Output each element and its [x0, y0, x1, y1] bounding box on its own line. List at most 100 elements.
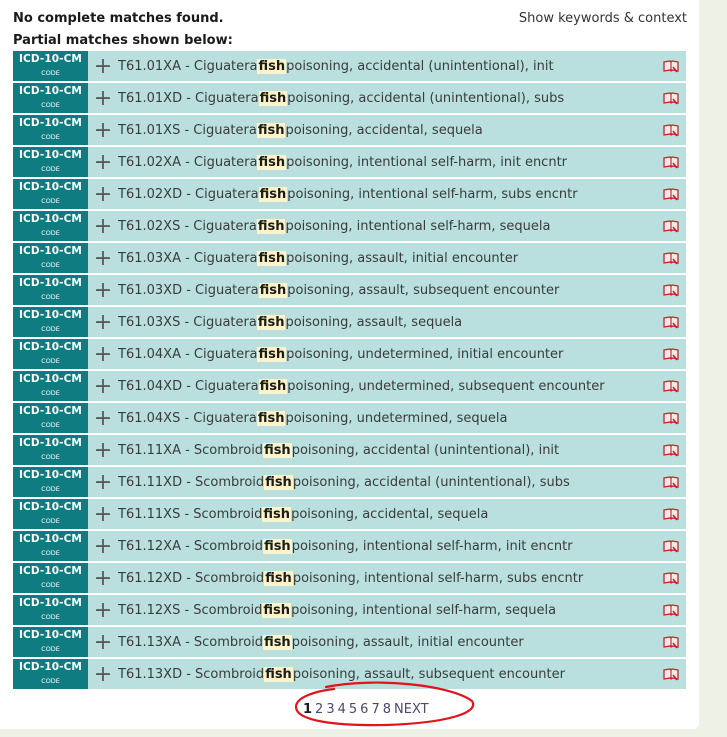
- result-text[interactable]: T61.12XD - Scombroid fish poisoning, int…: [118, 563, 656, 593]
- expand-plus-icon[interactable]: +: [88, 179, 118, 209]
- page-link[interactable]: 2: [315, 702, 323, 717]
- expand-plus-icon[interactable]: +: [88, 211, 118, 241]
- result-row[interactable]: ICD-10-CM CODE + T61.12XD - Scombroid fi…: [13, 563, 686, 593]
- result-text[interactable]: T61.11XS - Scombroid fish poisoning, acc…: [118, 499, 656, 529]
- keyword-highlight: fish: [256, 122, 286, 138]
- book-icon[interactable]: [656, 531, 686, 561]
- expand-plus-icon[interactable]: +: [88, 147, 118, 177]
- keyword-highlight: fish: [258, 378, 288, 394]
- book-icon[interactable]: [656, 659, 686, 689]
- expand-plus-icon[interactable]: +: [88, 563, 118, 593]
- result-row[interactable]: ICD-10-CM CODE + T61.01XS - Ciguatera fi…: [13, 115, 686, 145]
- expand-plus-icon[interactable]: +: [88, 83, 118, 113]
- book-icon[interactable]: [656, 627, 686, 657]
- expand-plus-icon[interactable]: +: [88, 275, 118, 305]
- expand-plus-icon[interactable]: +: [88, 403, 118, 433]
- result-text[interactable]: T61.01XA - Ciguatera fish poisoning, acc…: [118, 51, 656, 81]
- result-row[interactable]: ICD-10-CM CODE + T61.13XD - Scombroid fi…: [13, 659, 686, 689]
- pagination: 1 2 3 4 5 6 7 8 NEXT: [303, 702, 429, 717]
- page-link[interactable]: 8: [383, 702, 391, 717]
- result-text[interactable]: T61.12XA - Scombroid fish poisoning, int…: [118, 531, 656, 561]
- expand-plus-icon[interactable]: +: [88, 659, 118, 689]
- keyword-highlight: fish: [258, 186, 288, 202]
- book-icon[interactable]: [656, 51, 686, 81]
- book-icon[interactable]: [656, 499, 686, 529]
- result-row[interactable]: ICD-10-CM CODE + T61.01XD - Ciguatera fi…: [13, 83, 686, 113]
- expand-plus-icon[interactable]: +: [88, 499, 118, 529]
- result-row[interactable]: ICD-10-CM CODE + T61.04XD - Ciguatera fi…: [13, 371, 686, 401]
- book-icon[interactable]: [656, 275, 686, 305]
- page-link[interactable]: 4: [338, 702, 346, 717]
- badge-label: ICD-10-CM: [19, 245, 82, 257]
- show-keywords-link[interactable]: Show keywords & context: [519, 11, 687, 26]
- next-page-link[interactable]: NEXT: [394, 702, 429, 717]
- result-row[interactable]: ICD-10-CM CODE + T61.02XA - Ciguatera fi…: [13, 147, 686, 177]
- result-row[interactable]: ICD-10-CM CODE + T61.04XS - Ciguatera fi…: [13, 403, 686, 433]
- page-link[interactable]: 3: [326, 702, 334, 717]
- result-row[interactable]: ICD-10-CM CODE + T61.04XA - Ciguatera fi…: [13, 339, 686, 369]
- page-link[interactable]: 6: [360, 702, 368, 717]
- badge-sublabel: CODE: [41, 165, 60, 173]
- book-icon[interactable]: [656, 339, 686, 369]
- result-text[interactable]: T61.02XS - Ciguatera fish poisoning, int…: [118, 211, 656, 241]
- book-icon[interactable]: [656, 371, 686, 401]
- book-icon[interactable]: [656, 595, 686, 625]
- book-icon[interactable]: [656, 115, 686, 145]
- result-row[interactable]: ICD-10-CM CODE + T61.03XA - Ciguatera fi…: [13, 243, 686, 273]
- expand-plus-icon[interactable]: +: [88, 307, 118, 337]
- expand-plus-icon[interactable]: +: [88, 595, 118, 625]
- result-text[interactable]: T61.01XD - Ciguatera fish poisoning, acc…: [118, 83, 656, 113]
- result-row[interactable]: ICD-10-CM CODE + T61.13XA - Scombroid fi…: [13, 627, 686, 657]
- result-text[interactable]: T61.01XS - Ciguatera fish poisoning, acc…: [118, 115, 656, 145]
- expand-plus-icon[interactable]: +: [88, 467, 118, 497]
- result-text[interactable]: T61.03XA - Ciguatera fish poisoning, ass…: [118, 243, 656, 273]
- result-text[interactable]: T61.13XD - Scombroid fish poisoning, ass…: [118, 659, 656, 689]
- expand-plus-icon[interactable]: +: [88, 371, 118, 401]
- result-row[interactable]: ICD-10-CM CODE + T61.12XS - Scombroid fi…: [13, 595, 686, 625]
- result-code-desc: T61.03XD - Ciguatera: [118, 282, 259, 298]
- result-text[interactable]: T61.03XS - Ciguatera fish poisoning, ass…: [118, 307, 656, 337]
- book-icon[interactable]: [656, 435, 686, 465]
- result-row[interactable]: ICD-10-CM CODE + T61.03XS - Ciguatera fi…: [13, 307, 686, 337]
- book-icon[interactable]: [656, 211, 686, 241]
- result-row[interactable]: ICD-10-CM CODE + T61.01XA - Ciguatera fi…: [13, 51, 686, 81]
- result-text[interactable]: T61.13XA - Scombroid fish poisoning, ass…: [118, 627, 656, 657]
- result-desc-rest: poisoning, undetermined, initial encount…: [286, 346, 564, 362]
- expand-plus-icon[interactable]: +: [88, 243, 118, 273]
- result-row[interactable]: ICD-10-CM CODE + T61.11XA - Scombroid fi…: [13, 435, 686, 465]
- result-row[interactable]: ICD-10-CM CODE + T61.03XD - Ciguatera fi…: [13, 275, 686, 305]
- expand-plus-icon[interactable]: +: [88, 51, 118, 81]
- result-text[interactable]: T61.02XD - Ciguatera fish poisoning, int…: [118, 179, 656, 209]
- book-icon[interactable]: [656, 83, 686, 113]
- book-icon[interactable]: [656, 147, 686, 177]
- result-row[interactable]: ICD-10-CM CODE + T61.11XD - Scombroid fi…: [13, 467, 686, 497]
- result-text[interactable]: T61.11XA - Scombroid fish poisoning, acc…: [118, 435, 656, 465]
- book-icon[interactable]: [656, 563, 686, 593]
- result-text[interactable]: T61.02XA - Ciguatera fish poisoning, int…: [118, 147, 656, 177]
- result-text[interactable]: T61.04XD - Ciguatera fish poisoning, und…: [118, 371, 656, 401]
- page-link[interactable]: 7: [371, 702, 379, 717]
- result-text[interactable]: T61.11XD - Scombroid fish poisoning, acc…: [118, 467, 656, 497]
- result-text[interactable]: T61.04XS - Ciguatera fish poisoning, und…: [118, 403, 656, 433]
- page-current[interactable]: 1: [303, 702, 312, 717]
- result-text[interactable]: T61.03XD - Ciguatera fish poisoning, ass…: [118, 275, 656, 305]
- result-row[interactable]: ICD-10-CM CODE + T61.02XS - Ciguatera fi…: [13, 211, 686, 241]
- result-row[interactable]: ICD-10-CM CODE + T61.12XA - Scombroid fi…: [13, 531, 686, 561]
- expand-plus-icon[interactable]: +: [88, 435, 118, 465]
- result-text[interactable]: T61.12XS - Scombroid fish poisoning, int…: [118, 595, 656, 625]
- result-text[interactable]: T61.04XA - Ciguatera fish poisoning, und…: [118, 339, 656, 369]
- result-row[interactable]: ICD-10-CM CODE + T61.02XD - Ciguatera fi…: [13, 179, 686, 209]
- result-row[interactable]: ICD-10-CM CODE + T61.11XS - Scombroid fi…: [13, 499, 686, 529]
- result-code-desc: T61.04XA - Ciguatera: [118, 346, 258, 362]
- expand-plus-icon[interactable]: +: [88, 627, 118, 657]
- book-icon[interactable]: [656, 243, 686, 273]
- book-icon[interactable]: [656, 307, 686, 337]
- book-icon[interactable]: [656, 179, 686, 209]
- page-link[interactable]: 5: [349, 702, 357, 717]
- book-icon[interactable]: [656, 467, 686, 497]
- book-icon[interactable]: [656, 403, 686, 433]
- keyword-highlight: fish: [263, 538, 292, 554]
- expand-plus-icon[interactable]: +: [88, 339, 118, 369]
- expand-plus-icon[interactable]: +: [88, 531, 118, 561]
- expand-plus-icon[interactable]: +: [88, 115, 118, 145]
